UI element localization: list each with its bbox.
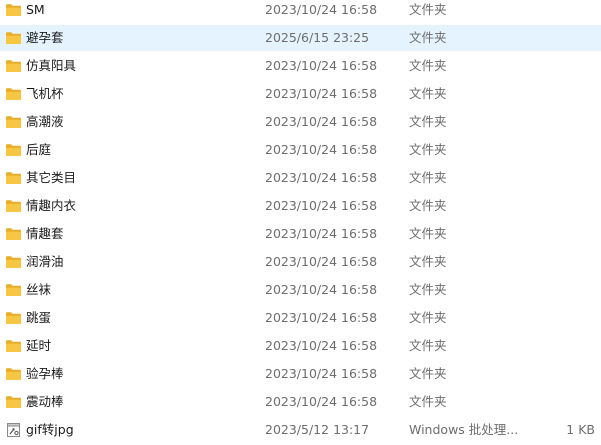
file-type: 文件夹 xyxy=(409,226,447,241)
folder-icon xyxy=(5,59,22,73)
file-type: 文件夹 xyxy=(409,338,447,353)
file-row[interactable]: 高潮液 2023/10/24 16:58 文件夹 xyxy=(0,109,601,135)
folder-icon xyxy=(5,367,22,381)
folder-icon xyxy=(5,311,22,325)
folder-icon xyxy=(5,339,22,353)
file-name: 润滑油 xyxy=(26,254,64,269)
file-name: 高潮液 xyxy=(26,114,64,129)
file-type: 文件夹 xyxy=(409,86,447,101)
folder-icon xyxy=(5,171,22,185)
file-type: 文件夹 xyxy=(409,254,447,269)
file-type: 文件夹 xyxy=(409,394,447,409)
file-date-modified: 2023/10/24 16:58 xyxy=(265,58,378,73)
file-date-modified: 2023/10/24 16:58 xyxy=(265,226,378,241)
file-date-modified: 2023/10/24 16:58 xyxy=(265,394,378,409)
file-type: 文件夹 xyxy=(409,366,447,381)
folder-icon xyxy=(5,283,22,297)
file-row[interactable]: gif转jpg 2023/5/12 13:17 Windows 批处理... 1… xyxy=(0,417,601,443)
file-name: 后庭 xyxy=(26,142,52,157)
file-name: 避孕套 xyxy=(26,30,64,45)
file-type: 文件夹 xyxy=(409,198,447,213)
file-type: 文件夹 xyxy=(409,2,447,17)
folder-icon xyxy=(5,199,22,213)
file-size: 1 KB xyxy=(566,422,595,437)
file-name: 情趣内衣 xyxy=(26,198,77,213)
file-type: Windows 批处理... xyxy=(409,422,519,437)
file-row[interactable]: 避孕套 2025/6/15 23:25 文件夹 xyxy=(0,25,601,51)
file-type: 文件夹 xyxy=(409,58,447,73)
file-row[interactable]: 震动棒 2023/10/24 16:58 文件夹 xyxy=(0,389,601,415)
file-date-modified: 2023/10/24 16:58 xyxy=(265,282,378,297)
file-date-modified: 2023/10/24 16:58 xyxy=(265,2,378,17)
file-row[interactable]: 延时 2023/10/24 16:58 文件夹 xyxy=(0,333,601,359)
file-date-modified: 2023/10/24 16:58 xyxy=(265,366,378,381)
batch-file-icon xyxy=(5,423,22,437)
file-date-modified: 2025/6/15 23:25 xyxy=(265,30,370,45)
file-name: SM xyxy=(26,2,45,17)
file-name: 飞机杯 xyxy=(26,86,64,101)
folder-icon xyxy=(5,227,22,241)
file-date-modified: 2023/5/12 13:17 xyxy=(265,422,370,437)
file-row[interactable]: 其它类目 2023/10/24 16:58 文件夹 xyxy=(0,165,601,191)
file-date-modified: 2023/10/24 16:58 xyxy=(265,142,378,157)
file-name: gif转jpg xyxy=(26,422,74,437)
file-row[interactable]: 验孕棒 2023/10/24 16:58 文件夹 xyxy=(0,361,601,387)
file-name: 丝袜 xyxy=(26,282,52,297)
file-list: SM 2023/10/24 16:58 文件夹 避孕套 2025/6/15 23… xyxy=(0,0,601,445)
file-row[interactable]: 情趣内衣 2023/10/24 16:58 文件夹 xyxy=(0,193,601,219)
file-date-modified: 2023/10/24 16:58 xyxy=(265,338,378,353)
file-type: 文件夹 xyxy=(409,142,447,157)
file-row[interactable]: 飞机杯 2023/10/24 16:58 文件夹 xyxy=(0,81,601,107)
file-date-modified: 2023/10/24 16:58 xyxy=(265,310,378,325)
folder-icon xyxy=(5,87,22,101)
file-row[interactable]: SM 2023/10/24 16:58 文件夹 xyxy=(0,0,601,23)
file-name: 情趣套 xyxy=(26,226,64,241)
file-type: 文件夹 xyxy=(409,170,447,185)
file-name: 跳蛋 xyxy=(26,310,52,325)
file-row[interactable]: 情趣套 2023/10/24 16:58 文件夹 xyxy=(0,221,601,247)
file-row[interactable]: 丝袜 2023/10/24 16:58 文件夹 xyxy=(0,277,601,303)
folder-icon xyxy=(5,143,22,157)
file-row[interactable]: 仿真阳具 2023/10/24 16:58 文件夹 xyxy=(0,53,601,79)
folder-icon xyxy=(5,115,22,129)
file-name: 其它类目 xyxy=(26,170,77,185)
file-name: 震动棒 xyxy=(26,394,64,409)
folder-icon xyxy=(5,3,22,17)
file-name: 仿真阳具 xyxy=(26,58,77,73)
file-name: 验孕棒 xyxy=(26,366,64,381)
file-date-modified: 2023/10/24 16:58 xyxy=(265,198,378,213)
file-row[interactable]: 跳蛋 2023/10/24 16:58 文件夹 xyxy=(0,305,601,331)
file-type: 文件夹 xyxy=(409,30,447,45)
file-date-modified: 2023/10/24 16:58 xyxy=(265,114,378,129)
file-row[interactable]: 后庭 2023/10/24 16:58 文件夹 xyxy=(0,137,601,163)
file-date-modified: 2023/10/24 16:58 xyxy=(265,86,378,101)
file-name: 延时 xyxy=(26,338,52,353)
file-type: 文件夹 xyxy=(409,282,447,297)
folder-icon xyxy=(5,255,22,269)
folder-icon xyxy=(5,395,22,409)
folder-icon xyxy=(5,31,22,45)
file-date-modified: 2023/10/24 16:58 xyxy=(265,170,378,185)
file-type: 文件夹 xyxy=(409,310,447,325)
file-type: 文件夹 xyxy=(409,114,447,129)
file-row[interactable]: 润滑油 2023/10/24 16:58 文件夹 xyxy=(0,249,601,275)
file-date-modified: 2023/10/24 16:58 xyxy=(265,254,378,269)
